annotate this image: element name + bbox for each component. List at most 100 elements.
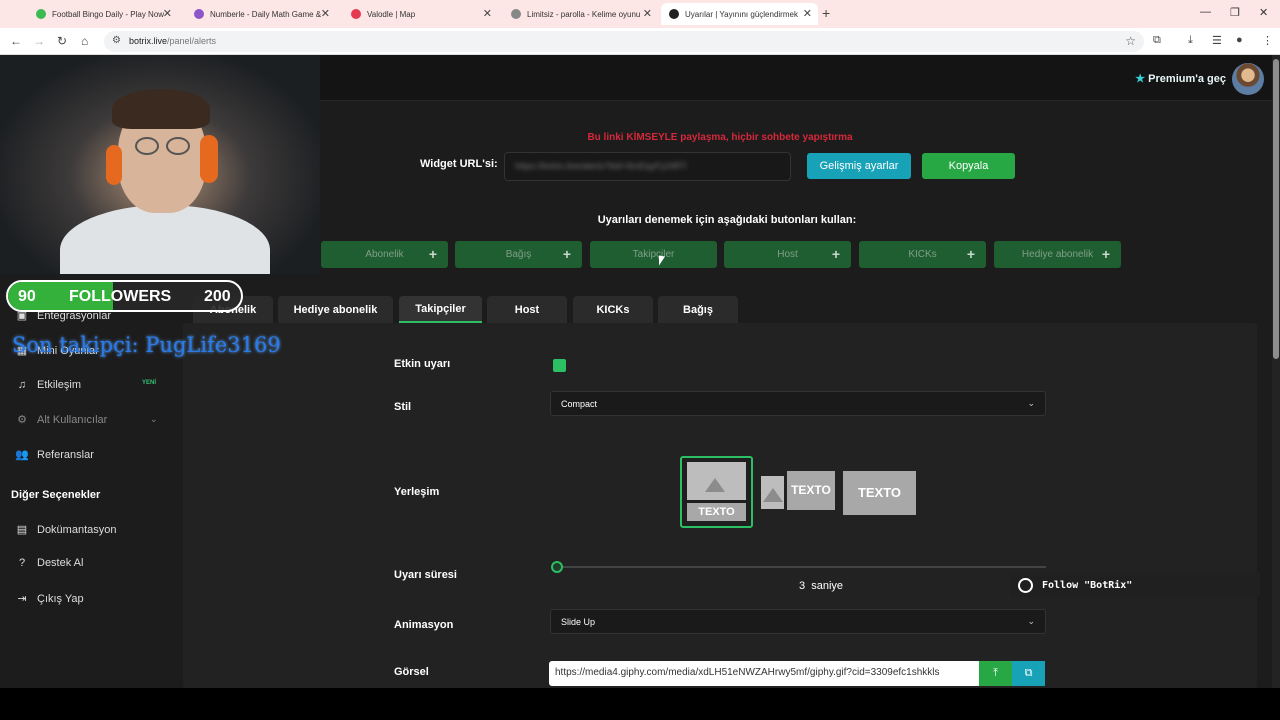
followers-current: 90	[18, 288, 36, 305]
tab-donation[interactable]: Bağış	[658, 296, 738, 323]
minimize-icon[interactable]: —	[1200, 6, 1211, 18]
browser-tab-botrix-alerts[interactable]: Uyarılar | Yayınını güçlendirmek ✕	[661, 3, 818, 25]
tab-favicon-icon	[194, 9, 204, 19]
duration-readout: 3 saniye	[799, 580, 844, 592]
download-icon[interactable]: ⤓	[1188, 34, 1193, 47]
sidebar-item-docs[interactable]: ▤ Dokümantasyon	[14, 523, 117, 537]
sidebar-item-logout[interactable]: ⇥ Çıkış Yap	[14, 592, 83, 606]
tab-host[interactable]: Host	[487, 296, 567, 323]
close-icon[interactable]: ✕	[163, 7, 172, 20]
address-bar[interactable]: ⚙ botrix.live/panel/alerts ☆	[104, 31, 1144, 52]
plus-icon: +	[562, 246, 571, 262]
test-donation-button[interactable]: Bağış +	[455, 241, 582, 268]
address-url: botrix.live/panel/alerts	[129, 36, 217, 46]
window-close-icon[interactable]: ✕	[1259, 6, 1268, 19]
extensions-icon[interactable]: ⧉	[1153, 34, 1161, 47]
tab-favicon-icon	[511, 9, 521, 19]
plus-icon: +	[966, 246, 975, 262]
tab-label: Football Bingo Daily - Play Now	[52, 9, 165, 19]
site-info-icon[interactable]: ⚙	[112, 35, 121, 46]
test-host-button[interactable]: Host +	[724, 241, 851, 268]
test-followers-button[interactable]: Takipçiler	[590, 241, 717, 268]
user-friends-icon: 👥	[15, 449, 29, 461]
premium-link[interactable]: ★ Premium'a geç	[1135, 72, 1226, 85]
tab-label: Valodle | Map	[367, 9, 416, 19]
widget-url-label: Widget URL'si:	[420, 158, 498, 170]
browser-tab-numberle[interactable]: Numberle - Daily Math Game & ✕	[186, 3, 336, 25]
close-icon[interactable]: ✕	[643, 7, 652, 20]
enabled-checkbox[interactable]	[553, 359, 566, 372]
gallery-icon: ⧉	[1024, 667, 1033, 679]
page-scrollbar[interactable]	[1272, 55, 1280, 688]
browser-tab-football-bingo[interactable]: Football Bingo Daily - Play Now ✕	[28, 3, 178, 25]
layout-option-side-text[interactable]: TEXTO	[787, 471, 835, 510]
close-icon[interactable]: ✕	[483, 7, 492, 20]
style-label: Stil	[394, 401, 412, 413]
bookmark-star-icon[interactable]: ☆	[1125, 34, 1136, 48]
advanced-settings-button[interactable]: Gelişmiş ayarlar	[807, 153, 911, 179]
chevron-down-icon[interactable]: ⌄	[150, 414, 158, 425]
layout-option-side-image[interactable]	[761, 476, 784, 509]
layout-option-overlay[interactable]: TEXTO	[843, 471, 916, 515]
chevron-down-icon: ⌄	[1027, 398, 1035, 408]
browser-tab-parolla[interactable]: Limitsiz - parolla - Kelime oyunu ✕	[503, 3, 658, 25]
duration-slider-handle[interactable]	[551, 561, 563, 573]
enabled-label: Etkin uyarı	[394, 358, 451, 370]
test-gift-sub-button[interactable]: Hediye abonelik +	[994, 241, 1121, 268]
scrollbar-thumb[interactable]	[1273, 59, 1279, 359]
widget-url-input[interactable]: https://botrix.live/alerts?bid=9mEqyFy24…	[504, 152, 791, 181]
profile-icon[interactable]: ●	[1236, 34, 1243, 46]
tab-label: Limitsiz - parolla - Kelime oyunu	[527, 9, 641, 19]
animation-select[interactable]: Slide Up ⌄	[550, 609, 1046, 634]
layout-text-sample: TEXTO	[687, 503, 746, 521]
users-cog-icon: ⚙	[17, 414, 27, 426]
tab-followers[interactable]: Takipçiler	[399, 296, 482, 323]
chevron-down-icon: ⌄	[1027, 616, 1035, 626]
layout-option-stacked[interactable]: TEXTO	[680, 456, 753, 528]
sidebar-item-subusers[interactable]: ⚙ Alt Kullanıcılar	[14, 413, 107, 427]
last-follower-text: Son takipçi: PugLife3169	[12, 333, 281, 357]
image-url-input[interactable]: https://media4.giphy.com/media/xdLH51eNW…	[549, 661, 979, 686]
tab-favicon-icon	[351, 9, 361, 19]
home-icon[interactable]: ⌂	[81, 34, 88, 48]
mouse-cursor-icon	[659, 255, 665, 267]
gallery-button[interactable]: ⧉	[1012, 661, 1045, 686]
sidebar-item-interaction[interactable]: ♫ Etkileşim	[14, 379, 81, 391]
duration-slider[interactable]	[557, 566, 1046, 568]
tab-label: Numberle - Daily Math Game &	[210, 9, 322, 19]
test-subscription-button[interactable]: Abonelik +	[321, 241, 448, 268]
tab-kicks[interactable]: KICKs	[573, 296, 653, 323]
back-icon[interactable]: ←	[10, 34, 22, 48]
copy-button[interactable]: Kopyala	[922, 153, 1015, 179]
tab-favicon-icon	[36, 9, 46, 19]
music-icon: ♫	[17, 379, 27, 391]
browser-tab-strip: Football Bingo Daily - Play Now ✕ Number…	[0, 0, 1280, 28]
animation-value: Slide Up	[561, 617, 596, 627]
tab-gift-subscription[interactable]: Hediye abonelik	[278, 296, 393, 323]
tab-favicon-icon	[669, 9, 679, 19]
forward-icon[interactable]: →	[33, 34, 45, 48]
webcam-overlay	[0, 55, 320, 274]
reload-icon[interactable]: ↻	[57, 34, 67, 48]
animation-label: Animasyon	[394, 619, 454, 631]
image-label: Görsel	[394, 666, 429, 678]
style-value: Compact	[561, 399, 598, 409]
close-icon[interactable]: ✕	[803, 7, 812, 20]
upload-button[interactable]: ⤒	[979, 661, 1012, 686]
maximize-icon[interactable]: ❐	[1230, 6, 1240, 19]
browser-toolbar: ← → ↻ ⌂ ⚙ botrix.live/panel/alerts ☆ ⧉ ⤓…	[0, 28, 1280, 55]
test-kicks-button[interactable]: KICKs +	[859, 241, 986, 268]
menu-icon[interactable]: ⋮	[1262, 34, 1273, 47]
other-options-heading: Diğer Seçenekler	[11, 489, 101, 501]
followers-goal: 200	[204, 288, 231, 305]
followers-goal-bar: 90 FOLLOWERS 200	[6, 280, 243, 312]
sidebar-item-referrals[interactable]: 👥 Referanslar	[14, 448, 94, 462]
browser-tab-valodle[interactable]: Valodle | Map ✕	[343, 3, 498, 25]
style-select[interactable]: Compact ⌄	[550, 391, 1046, 416]
avatar[interactable]	[1232, 63, 1264, 95]
docs-icon: ▤	[16, 524, 28, 536]
media-icon[interactable]: ☰	[1212, 34, 1222, 47]
sidebar-item-support[interactable]: ? Destek Al	[14, 557, 84, 569]
new-tab-icon[interactable]: +	[822, 5, 830, 21]
close-icon[interactable]: ✕	[321, 7, 330, 20]
